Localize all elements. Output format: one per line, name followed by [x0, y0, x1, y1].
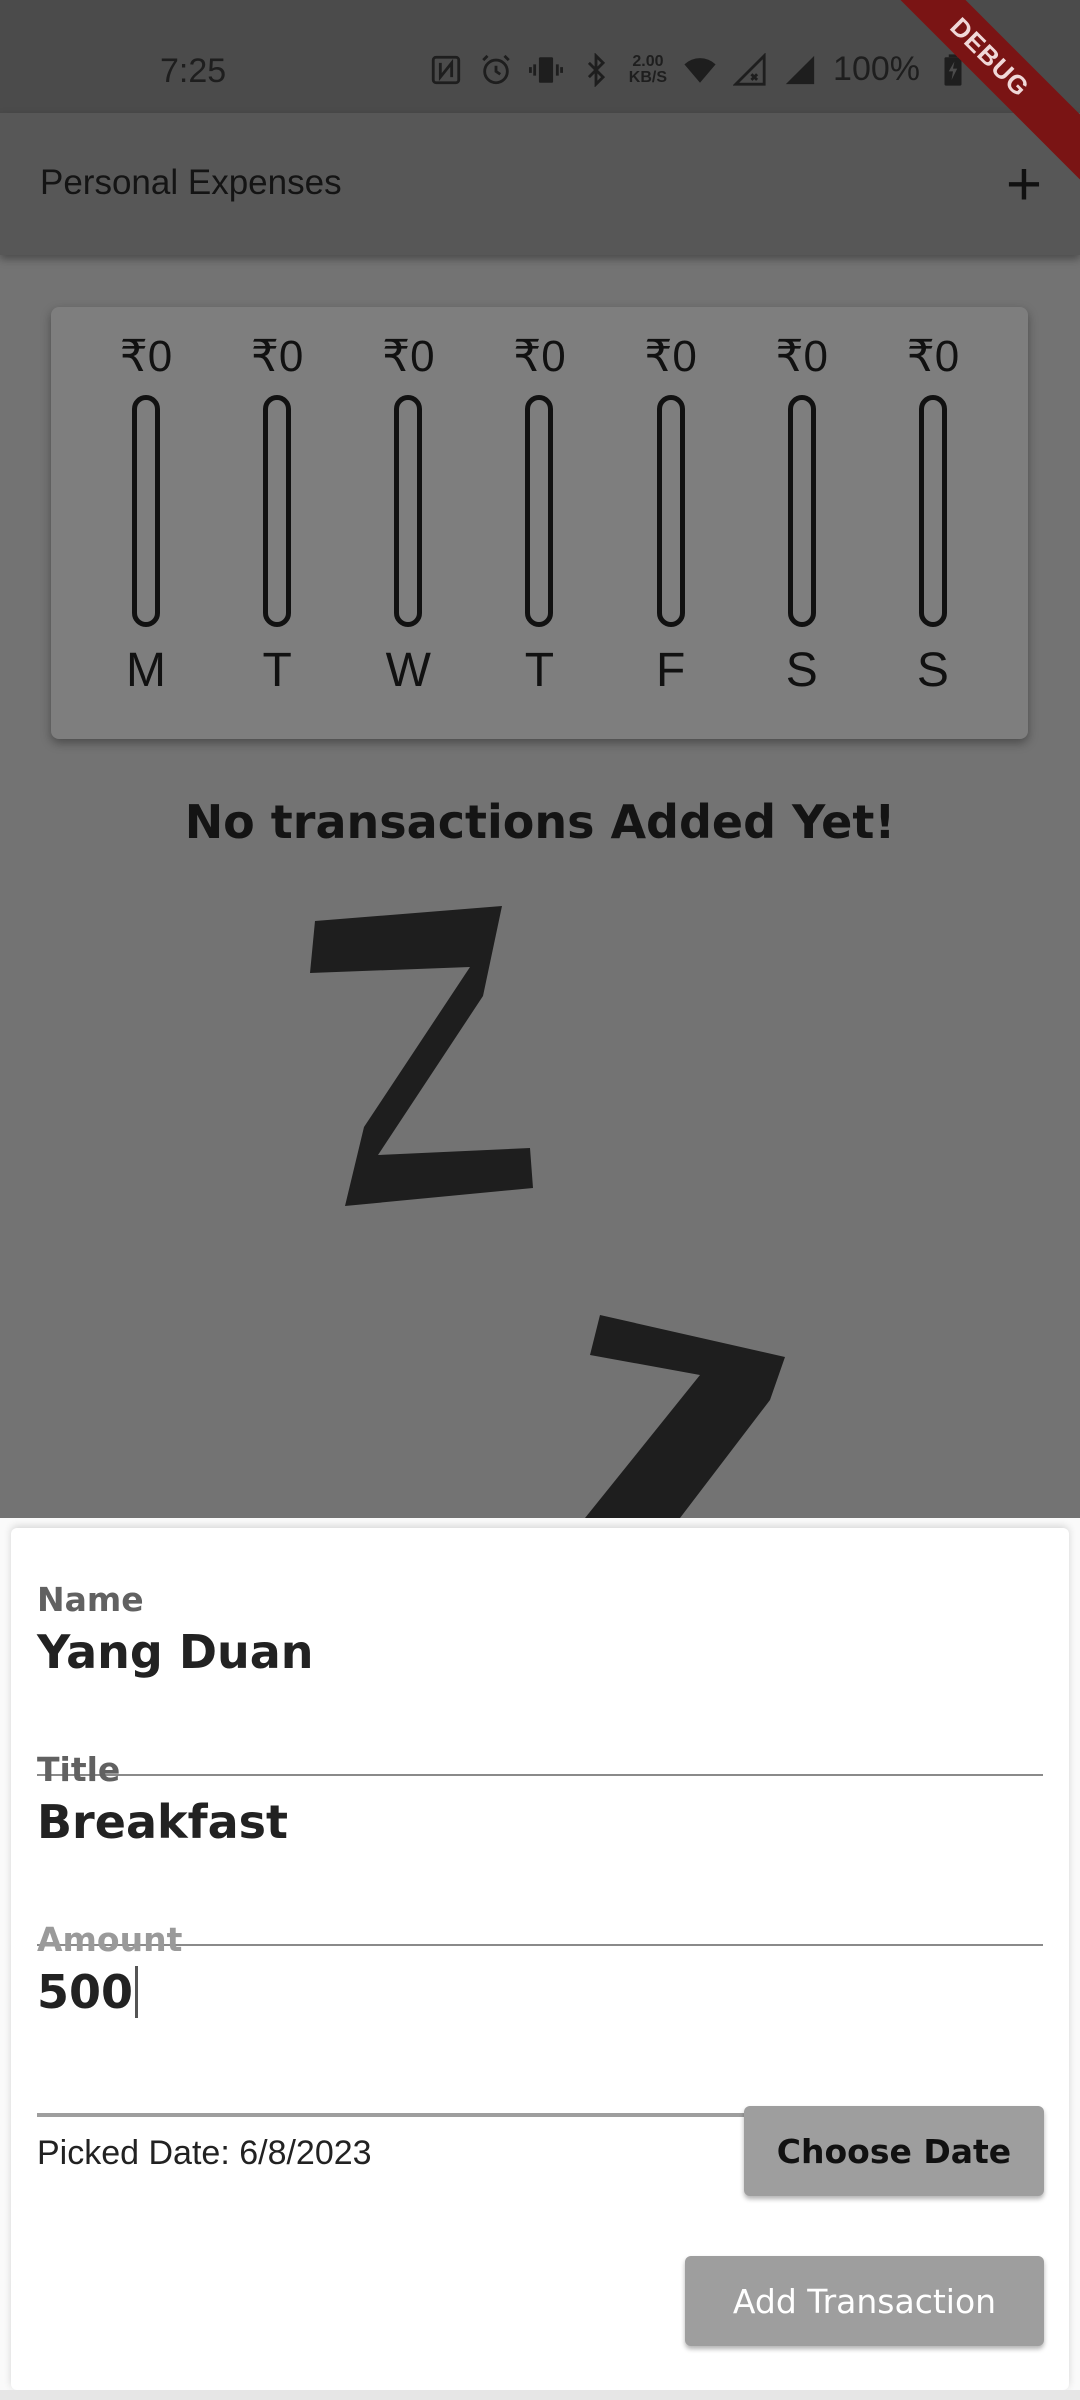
text-cursor [135, 1966, 139, 2018]
amount-label: Amount [37, 1920, 183, 1959]
plus-icon: + [1005, 150, 1043, 219]
alarm-icon [482, 54, 510, 84]
add-button[interactable]: + [988, 149, 1060, 221]
title-field[interactable]: Title Breakfast [37, 1750, 1043, 1946]
status-icons: 2.00 KB/S 100% [429, 50, 970, 89]
app-title: Personal Expenses [40, 163, 342, 202]
nfc-icon [431, 55, 460, 84]
zz-sleep-image [310, 906, 785, 1518]
status-time: 7:25 [160, 52, 227, 90]
net-speed-value: 2.00 [632, 52, 664, 70]
signal-icon [785, 55, 815, 84]
add-transaction-sheet: Name Yang Duan Title Breakfast Amount 50… [11, 1528, 1069, 2390]
net-speed-unit: KB/S [628, 68, 668, 86]
amount-input[interactable]: 500 [37, 1965, 1043, 2029]
signal-x-icon [733, 52, 766, 86]
name-label: Name [37, 1580, 144, 1619]
bluetooth-icon [587, 52, 605, 87]
name-field[interactable]: Name Yang Duan [37, 1580, 1043, 1776]
app-body: ₹0 M ₹0 T ₹0 W ₹0 T ₹0 F ₹0 S ₹0 S No transactions Ad… [0, 255, 1080, 1518]
amount-field[interactable]: Amount 500 [37, 1920, 1043, 2117]
picked-date-text: Picked Date: 6/8/2023 [37, 2134, 372, 2172]
battery-text: 100% [833, 50, 920, 88]
add-transaction-button[interactable]: Add Transaction [685, 2256, 1044, 2346]
vibrate-icon [528, 56, 563, 83]
name-input[interactable]: Yang Duan [37, 1625, 1043, 1689]
bottom-edge [0, 2390, 1080, 2400]
choose-date-button[interactable]: Choose Date [744, 2106, 1044, 2196]
title-input[interactable]: Breakfast [37, 1795, 1043, 1859]
net-speed: 2.00 KB/S [628, 52, 668, 86]
amount-value: 500 [37, 1965, 134, 2019]
wifi-icon [684, 57, 716, 83]
app-bar: Personal Expenses + [0, 113, 1080, 255]
title-label: Title [37, 1750, 121, 1789]
